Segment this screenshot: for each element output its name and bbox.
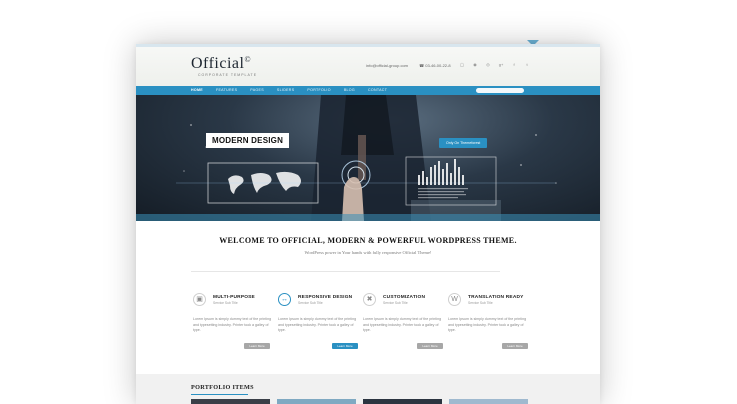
wordpress-icon: W [448,293,461,306]
header-email[interactable]: info@official-group.com [366,63,408,68]
person-suit [341,95,394,155]
portfolio-title: PORTFOLIO ITEMS [191,384,254,391]
learn-more-button[interactable]: Learn More [332,343,358,349]
welcome-title: WELCOME TO OFFICIAL, MODERN & POWERFUL W… [219,236,517,245]
header-contact: info@official-group.com ☎ 03-46-00-22-8 [366,63,461,68]
feature-title: RESPONSIVE DESIGN [298,295,353,300]
feature-subtitle: Service Sub Title [468,301,493,305]
nav-contact[interactable]: CONTACT [368,86,387,95]
learn-more-button[interactable]: Learn More [244,343,270,349]
site-logo[interactable]: Official© [191,55,251,73]
section-divider [191,271,500,272]
hero-cta-button[interactable]: Only On Themeforest [439,138,488,148]
portfolio-underline [191,394,248,395]
logo-mark: © [244,55,252,64]
google-plus-icon[interactable]: g+ [497,61,505,69]
main-nav: HOME FEATURES PAGES SLIDERS PORTFOLIO BL… [136,86,600,95]
logo-text: Official [191,55,245,72]
hero-title: MODERN DESIGN [206,133,290,148]
feature-body: Lorem Ipsum is simply dummy text of the … [363,317,442,332]
nav-pages[interactable]: PAGES [250,86,264,95]
responsive-icon: ↔ [278,293,291,306]
nav-blog[interactable]: BLOG [344,86,355,95]
top-header: Official© CORPORATE TEMPLATE info@offici… [136,44,600,86]
feature-subtitle: Service Sub Title [213,301,238,305]
nav-sliders[interactable]: SLIDERS [277,86,294,95]
learn-more-button[interactable]: Learn More [417,343,443,349]
wrench-icon: ✖ [363,293,376,306]
header-phone: ☎ 03-46-00-22-8 [419,63,451,68]
portfolio-thumb[interactable] [363,399,442,404]
feature-body: Lorem Ipsum is simply dummy text of the … [193,317,272,332]
website-mockup: Official© CORPORATE TEMPLATE info@offici… [136,44,600,404]
feature-title: MULTI-PURPOSE [213,295,255,300]
nav-features[interactable]: FEATURES [216,86,237,95]
twitter-icon[interactable]: t [523,61,531,69]
hero-graphic [176,95,557,221]
instagram-icon[interactable]: ◯ [458,61,466,69]
nav-home[interactable]: HOME [191,86,203,95]
feature-subtitle: Service Sub Title [298,301,323,305]
hero-bottom-strip [136,214,600,221]
facebook-icon[interactable]: f [510,61,518,69]
search-input[interactable] [476,88,524,93]
feature-title: CUSTOMIZATION [383,295,426,300]
box-icon: ▣ [193,293,206,306]
feature-body: Lorem Ipsum is simply dummy text of the … [448,317,527,332]
hero-slider[interactable]: MODERN DESIGN Only On Themeforest [136,95,600,221]
pinterest-icon[interactable]: ◉ [471,61,479,69]
portfolio-thumb[interactable] [449,399,528,404]
social-icons: ◯ ◉ ◎ g+ f t [458,61,531,69]
feature-subtitle: Service Sub Title [383,301,408,305]
feature-body: Lorem Ipsum is simply dummy text of the … [278,317,357,332]
person-tie [358,135,366,180]
learn-more-button[interactable]: Learn More [502,343,528,349]
dribbble-icon[interactable]: ◎ [484,61,492,69]
portfolio-thumb[interactable] [191,399,270,404]
logo-tagline: CORPORATE TEMPLATE [198,73,258,77]
nav-items: HOME FEATURES PAGES SLIDERS PORTFOLIO BL… [191,86,387,95]
welcome-subtitle: WordPress power in Your hands with fully… [304,250,432,255]
nav-portfolio[interactable]: PORTFOLIO [307,86,330,95]
portfolio-thumb[interactable] [277,399,356,404]
feature-title: TRANSLATION READY [468,295,524,300]
